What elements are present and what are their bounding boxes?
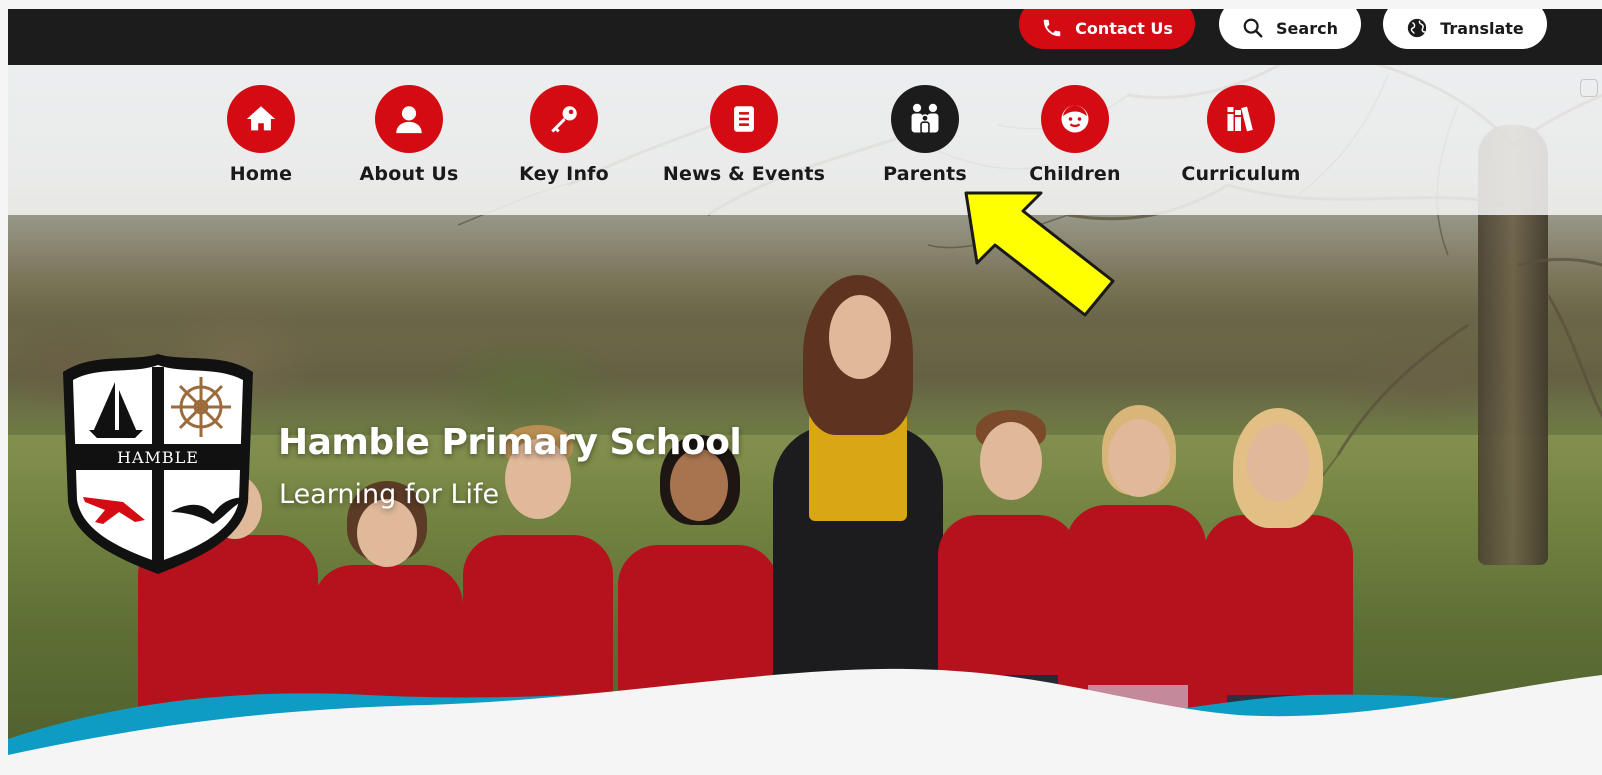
school-brand: HAMBLE Hamble Primary School Learning fo… [53,352,753,582]
nav-circle [227,85,295,153]
nav-item-curriculum[interactable]: Curriculum [1171,85,1311,185]
nav-label: Key Info [519,163,609,185]
contact-us-label: Contact Us [1075,18,1173,38]
nav-label: Curriculum [1181,163,1301,185]
crest-text: HAMBLE [117,448,199,467]
bottom-wave [8,668,1602,775]
nav-item-news-events[interactable]: News & Events [663,85,825,185]
document-icon [734,106,754,132]
translate-button[interactable]: Translate [1383,9,1547,49]
contact-us-button[interactable]: Contact Us [1019,9,1195,49]
school-crest-logo: HAMBLE [63,354,253,574]
main-nav: Home About Us Key Info News & Events Par… [8,65,1602,215]
nav-circle [891,85,959,153]
nav-circle [710,85,778,153]
globe-icon [1408,18,1427,38]
nav-label: Parents [883,163,967,185]
nav-circle [375,85,443,153]
nav-circle [1041,85,1109,153]
books-icon [1227,106,1253,132]
nav-circle [1207,85,1275,153]
search-icon [1243,18,1263,38]
nav-circle [530,85,598,153]
nav-label: Children [1029,163,1121,185]
user-icon [396,106,422,134]
family-icon [911,103,939,135]
page: Contact Us Search Translate Home About U… [8,9,1602,775]
annotation-arrow-icon [964,191,1115,317]
nav-item-children[interactable]: Children [1005,85,1145,185]
child-face-icon [1061,105,1089,133]
key-icon [551,106,577,133]
nav-label: About Us [359,163,459,185]
nav-item-parents[interactable]: Parents [855,85,995,185]
search-label: Search [1276,18,1338,38]
home-icon [246,106,276,131]
nav-item-about-us[interactable]: About Us [339,85,479,185]
nav-item-key-info[interactable]: Key Info [494,85,634,185]
top-bar: Contact Us Search Translate [8,9,1602,65]
search-button[interactable]: Search [1219,9,1361,49]
school-tagline: Learning for Life [279,479,500,510]
nav-item-home[interactable]: Home [191,85,331,185]
nav-label: News & Events [662,163,826,185]
translate-label: Translate [1440,18,1524,38]
nav-label: Home [229,163,293,185]
school-name: Hamble Primary School [278,422,742,463]
phone-icon [1043,19,1061,37]
